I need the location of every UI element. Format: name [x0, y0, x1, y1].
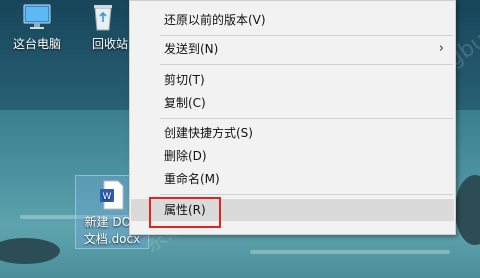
menu-item-label: 发送到(N)	[164, 42, 219, 56]
menu-item-delete[interactable]: 删除(D)	[131, 145, 454, 167]
menu-item-create-shortcut[interactable]: 创建快捷方式(S)	[131, 122, 454, 144]
menu-item-restore-previous-versions[interactable]: 还原以前的版本(V)	[131, 9, 454, 31]
menu-item-label: 剪切(T)	[164, 73, 205, 87]
word-document-icon: W	[95, 180, 129, 210]
menu-item-cut[interactable]: 剪切(T)	[131, 69, 454, 91]
menu-item-label: 创建快捷方式(S)	[164, 126, 253, 140]
menu-separator	[160, 64, 453, 65]
menu-separator	[160, 194, 453, 195]
recycle-bin-icon	[86, 2, 120, 32]
svg-text:W: W	[103, 192, 112, 202]
menu-item-rename[interactable]: 重命名(M)	[131, 168, 454, 190]
menu-item-label: 重命名(M)	[164, 172, 220, 186]
desktop-icon-this-pc[interactable]: 这台电脑	[6, 2, 68, 52]
wallpaper-wave	[250, 250, 450, 254]
highlight-box	[149, 197, 221, 228]
menu-item-label: 还原以前的版本(V)	[164, 13, 266, 27]
desktop-icon-recycle-bin[interactable]: 回收站	[78, 2, 130, 52]
menu-item-label: 复制(C)	[164, 96, 206, 110]
menu-separator	[160, 35, 453, 36]
menu-separator	[160, 118, 453, 119]
desktop-icon-label: 回收站	[92, 37, 129, 51]
chevron-right-icon: ›	[438, 41, 444, 56]
monitor-icon	[20, 2, 54, 32]
menu-item-send-to[interactable]: 发送到(N) ›	[131, 38, 454, 60]
menu-item-copy[interactable]: 复制(C)	[131, 92, 454, 114]
desktop-icon-label: 这台电脑	[12, 37, 61, 51]
menu-item-label: 删除(D)	[164, 149, 207, 163]
